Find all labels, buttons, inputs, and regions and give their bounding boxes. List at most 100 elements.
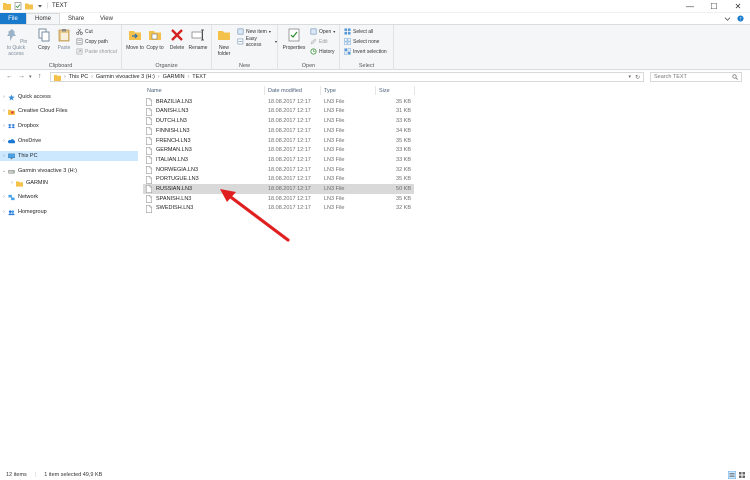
open-icon: [310, 28, 317, 35]
collapse-chevron-icon[interactable]: ⌄: [0, 168, 8, 174]
file-icon: [146, 127, 152, 136]
copy-to-button[interactable]: Copy to: [145, 28, 165, 51]
breadcrumb-drive[interactable]: Garmin vivoactive 3 (H:): [96, 74, 155, 80]
column-divider[interactable]: [320, 86, 321, 95]
view-switcher: [728, 471, 746, 479]
move-to-button[interactable]: Move to: [125, 28, 145, 51]
file-row[interactable]: FINNISH.LN3 18.08.2017 12:17 LN3 File 34 KB: [143, 126, 414, 136]
expand-chevron-icon[interactable]: ›: [0, 194, 8, 200]
up-arrow-icon[interactable]: ↑: [38, 73, 42, 80]
column-divider[interactable]: [414, 86, 415, 95]
expand-ribbon-icon[interactable]: [724, 15, 731, 22]
rename-button[interactable]: Rename: [188, 28, 208, 51]
select-all-label: Select all: [353, 28, 374, 35]
nav-item-onedrive[interactable]: › OneDrive: [0, 136, 138, 146]
expand-chevron-icon[interactable]: ›: [0, 94, 8, 100]
refresh-icon[interactable]: ↻: [635, 74, 640, 81]
move-folder-icon: [129, 31, 141, 40]
select-all-button[interactable]: Select all: [344, 27, 373, 36]
invert-selection-button[interactable]: Invert selection: [344, 47, 387, 56]
dropdown-arrow-icon: ▾: [268, 29, 271, 34]
nav-item-creative-cloud[interactable]: › Creative Cloud Files: [0, 106, 138, 116]
file-date-modified: 18.08.2017 12:17: [268, 98, 311, 105]
delete-x-icon: [171, 29, 183, 41]
properties-icon[interactable]: [14, 2, 22, 10]
column-header-size[interactable]: Size: [379, 86, 390, 95]
new-folder-qat-icon[interactable]: [25, 2, 33, 10]
easy-access-button[interactable]: Easy access ▾: [237, 36, 277, 48]
file-name: GERMAN.LN3: [156, 147, 192, 154]
search-icon: [732, 74, 738, 80]
breadcrumb-this-pc[interactable]: This PC: [69, 74, 89, 80]
help-icon[interactable]: ?: [737, 15, 744, 22]
nav-item-homegroup[interactable]: › Homegroup: [0, 207, 138, 217]
file-row[interactable]: ITALIAN.LN3 18.08.2017 12:17 LN3 File 33 KB: [143, 155, 414, 165]
file-type: LN3 File: [324, 166, 345, 173]
minimize-button[interactable]: —: [678, 0, 702, 13]
file-row[interactable]: GERMAN.LN3 18.08.2017 12:17 LN3 File 33 KB: [143, 146, 414, 156]
back-arrow-icon[interactable]: ←: [6, 73, 13, 80]
column-divider[interactable]: [264, 86, 265, 95]
column-header-type[interactable]: Type: [324, 86, 336, 95]
file-row[interactable]: FRENCH.LN3 18.08.2017 12:17 LN3 File 35 KB: [143, 136, 414, 146]
column-header-name[interactable]: Name: [147, 86, 162, 95]
close-button[interactable]: ✕: [726, 0, 750, 13]
breadcrumb-text[interactable]: TEXT: [192, 74, 206, 80]
nav-item-dropbox[interactable]: › Dropbox: [0, 121, 138, 131]
address-bar[interactable]: › This PC › Garmin vivoactive 3 (H:) › G…: [50, 72, 644, 82]
select-none-button[interactable]: Select none: [344, 37, 379, 46]
paste-shortcut-button[interactable]: Paste shortcut: [76, 47, 117, 56]
cut-button[interactable]: Cut: [76, 27, 93, 36]
address-dropdown-icon[interactable]: ▾: [628, 74, 631, 80]
copy-path-button[interactable]: Copy path: [76, 37, 108, 46]
customize-qat-icon[interactable]: [36, 2, 44, 10]
expand-chevron-icon[interactable]: ›: [0, 153, 8, 159]
navigation-pane: › Quick access › Creative Cloud Files › …: [0, 86, 138, 466]
forward-arrow-icon[interactable]: →: [18, 73, 25, 80]
file-row[interactable]: DUTCH.LN3 18.08.2017 12:17 LN3 File 33 KB: [143, 116, 414, 126]
search-box[interactable]: Search TEXT: [650, 72, 742, 82]
file-row[interactable]: NORWEGIA.LN3 18.08.2017 12:17 LN3 File 32 K…: [143, 165, 414, 175]
expand-chevron-icon[interactable]: ›: [0, 138, 8, 144]
nav-item-garmin-folder[interactable]: › GARMIN: [0, 178, 138, 188]
breadcrumb-garmin[interactable]: GARMIN: [163, 74, 185, 80]
history-button[interactable]: History: [310, 47, 335, 56]
file-row[interactable]: BRAZILIA.LN3 18.08.2017 12:17 LN3 File 35 K…: [143, 97, 414, 107]
properties-check-icon: [288, 28, 300, 42]
column-header-date[interactable]: Date modified: [268, 86, 302, 95]
tab-file[interactable]: File: [0, 13, 26, 24]
nav-item-garmin-drive[interactable]: ⌄ Garmin vivoactive 3 (H:): [0, 166, 138, 176]
tab-share[interactable]: Share: [60, 13, 92, 24]
details-view-icon[interactable]: [728, 471, 736, 479]
expand-chevron-icon[interactable]: ›: [0, 123, 8, 129]
recent-locations-icon[interactable]: ▾: [29, 74, 32, 80]
quick-access-toolbar: |: [3, 2, 49, 10]
tab-view[interactable]: View: [92, 13, 121, 24]
edit-button[interactable]: Edit: [310, 37, 328, 46]
expand-chevron-icon[interactable]: ›: [0, 209, 8, 215]
file-size: 31 KB: [396, 108, 411, 115]
select-group: Select all Select none Invert selection …: [340, 25, 394, 70]
maximize-button[interactable]: ☐: [702, 0, 726, 13]
clipboard-group-label: Clipboard: [48, 63, 73, 69]
large-icons-view-icon[interactable]: [738, 471, 746, 479]
column-divider[interactable]: [375, 86, 376, 95]
nav-item-network[interactable]: › Network: [0, 192, 138, 202]
expand-chevron-icon[interactable]: ›: [0, 108, 8, 114]
paste-button[interactable]: Paste: [54, 28, 74, 51]
nav-item-this-pc[interactable]: › This PC: [0, 151, 138, 161]
nav-item-quick-access[interactable]: › Quick access: [0, 92, 138, 102]
properties-button[interactable]: Properties: [281, 28, 307, 51]
expand-chevron-icon[interactable]: ›: [8, 180, 16, 186]
tab-home[interactable]: Home: [26, 13, 61, 24]
file-row[interactable]: PORTUGUE.LN3 18.08.2017 12:17 LN3 File 35 K…: [143, 175, 414, 185]
pin-quick-access-button[interactable]: Pin to Quick access: [3, 28, 29, 57]
drive-icon: [8, 169, 15, 173]
new-folder-button[interactable]: New folder: [214, 28, 234, 57]
invert-selection-label: Invert selection: [353, 48, 387, 55]
file-row[interactable]: DANISH.LN3 18.08.2017 12:17 LN3 File 31 KB: [143, 107, 414, 117]
copy-button[interactable]: Copy: [34, 28, 54, 51]
open-button[interactable]: Open ▾: [310, 27, 335, 36]
delete-button[interactable]: Delete: [167, 28, 187, 51]
file-date-modified: 18.08.2017 12:17: [268, 108, 311, 115]
